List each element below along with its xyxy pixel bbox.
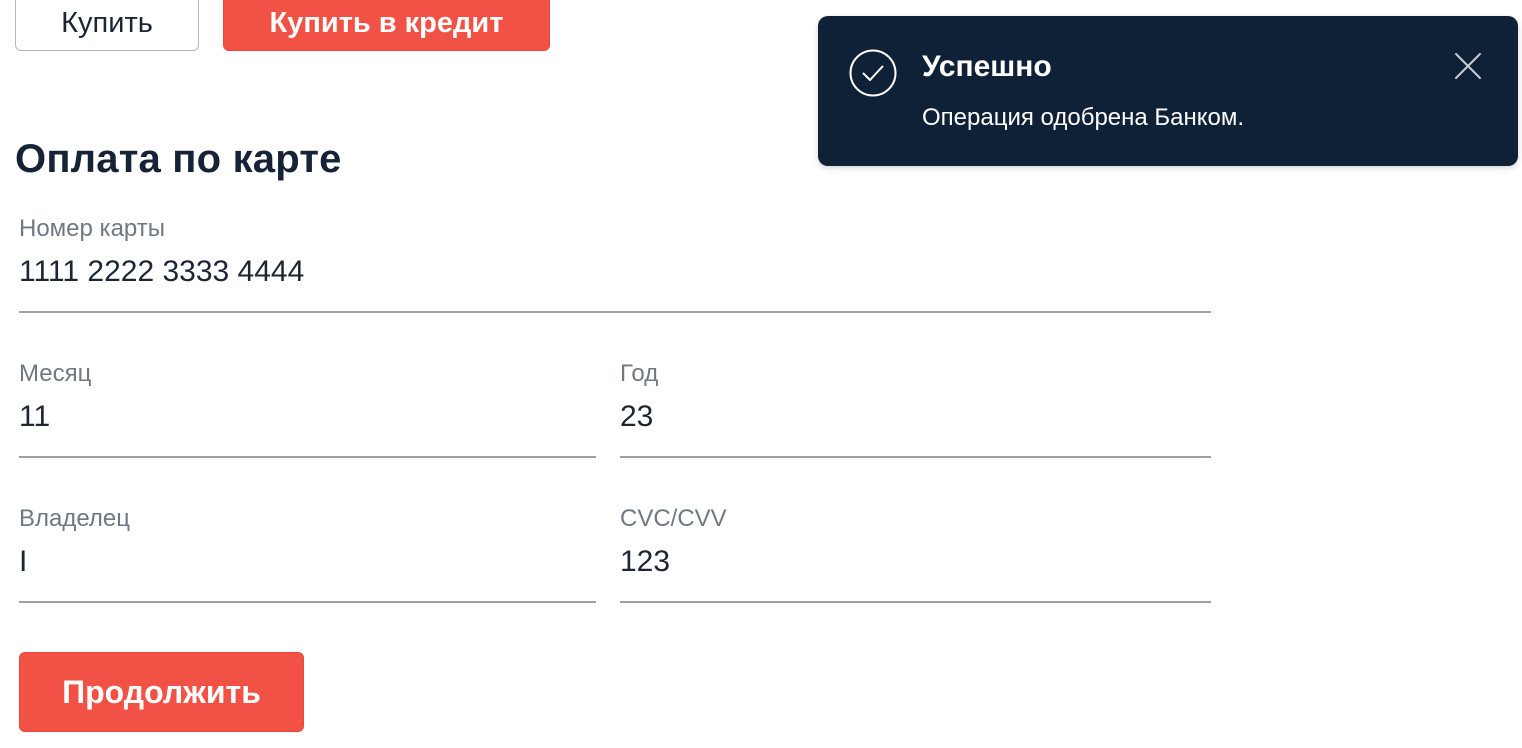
month-field[interactable]: Месяц 11 <box>19 359 596 459</box>
cvc-label: CVC/CVV <box>620 505 727 532</box>
card-number-underline <box>19 311 1211 313</box>
check-circle-icon <box>849 49 897 97</box>
year-input[interactable]: 23 <box>620 399 1211 435</box>
year-underline <box>620 456 1211 458</box>
cvc-field[interactable]: CVC/CVV 123 <box>620 504 1211 604</box>
page-title: Оплата по карте <box>15 137 342 181</box>
buy-on-credit-button[interactable]: Купить в кредит <box>223 0 550 51</box>
owner-input[interactable]: I <box>19 544 596 580</box>
buy-button[interactable]: Купить <box>15 0 199 51</box>
notification-message: Операция одобрена Банком. <box>922 104 1245 131</box>
continue-button[interactable]: Продолжить <box>19 652 304 732</box>
month-underline <box>19 456 596 458</box>
month-input[interactable]: 11 <box>19 399 596 435</box>
cvc-underline <box>620 601 1211 603</box>
notification-title: Успешно <box>922 50 1052 83</box>
year-label: Год <box>620 360 659 387</box>
month-label: Месяц <box>19 360 92 387</box>
payment-page: Купить Купить в кредит Оплата по карте Н… <box>0 0 1522 748</box>
card-number-field[interactable]: Номер карты 1111 2222 3333 4444 <box>19 214 1211 314</box>
card-number-input[interactable]: 1111 2222 3333 4444 <box>19 254 1211 290</box>
owner-field[interactable]: Владелец I <box>19 504 596 604</box>
year-field[interactable]: Год 23 <box>620 359 1211 459</box>
card-number-label: Номер карты <box>19 215 165 242</box>
close-icon[interactable] <box>1454 52 1482 80</box>
cvc-input[interactable]: 123 <box>620 544 1211 580</box>
owner-label: Владелец <box>19 505 131 532</box>
owner-underline <box>19 601 596 603</box>
success-notification: Успешно Операция одобрена Банком. <box>818 16 1518 166</box>
